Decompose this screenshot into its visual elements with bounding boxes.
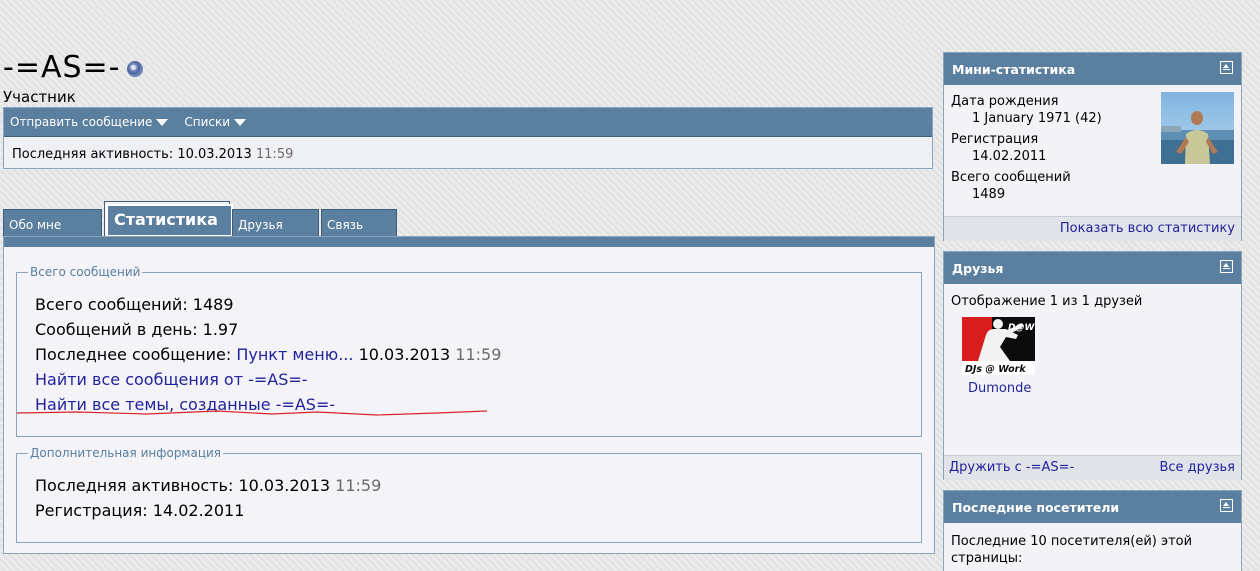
birthday-value: 1 January 1971 (42) <box>972 111 1102 126</box>
friends-showing: Отображение 1 из 1 друзей <box>951 294 1143 309</box>
additional-last-activity-label: Последняя активность: <box>35 476 234 495</box>
friends-title: Друзья <box>952 260 1004 276</box>
collapse-icon[interactable] <box>1220 499 1233 512</box>
last-post-time: 11:59 <box>455 345 502 364</box>
username: -=AS=- <box>3 50 143 86</box>
profile-actions-box: Отправить сообщение Списки Последняя акт… <box>3 107 933 169</box>
recent-visitors-header: Последние посетители <box>944 491 1241 523</box>
last-post-date: 10.03.2013 <box>358 345 451 364</box>
registration-label: Регистрация <box>951 132 1039 147</box>
friend-name-link[interactable]: Dumonde <box>968 381 1031 396</box>
last-activity-date: 10.03.2013 <box>177 147 252 162</box>
tab-statistics-label: Статистика <box>106 204 233 237</box>
all-friends-link[interactable]: Все друзья <box>1159 460 1235 475</box>
mini-stats-header: Мини-статистика <box>944 53 1241 85</box>
user-title: Участник <box>3 88 76 106</box>
online-status-icon <box>126 60 143 77</box>
collapse-icon[interactable] <box>1220 61 1233 74</box>
tab-statistics[interactable]: Статистика <box>104 201 233 237</box>
friends-footer: Дружить с -=AS=- Все друзья <box>944 455 1241 480</box>
birthday-label: Дата рождения <box>951 94 1059 109</box>
last-post-label: Последнее сообщение: <box>35 345 232 364</box>
collapse-icon[interactable] <box>1220 260 1233 273</box>
tab-contact[interactable]: Связь <box>321 209 397 237</box>
friends-block: Друзья Отображение 1 из 1 друзей D@W DJs… <box>943 251 1242 480</box>
last-activity: Последняя активность: 10.03.2013 11:59 <box>12 147 293 162</box>
tab-about-label: Обо мне <box>9 218 62 232</box>
friends-header: Друзья <box>944 252 1241 284</box>
additional-info-legend: Дополнительная информация <box>30 446 222 460</box>
registration-value: 14.02.2011 <box>972 149 1047 164</box>
posts-per-day: Сообщений в день: 1.97 <box>35 320 239 339</box>
red-underline-annotation <box>17 410 487 416</box>
lists-menu[interactable]: Списки <box>184 115 247 129</box>
last-activity-label: Последняя активность: <box>12 147 174 162</box>
mini-stats-block: Мини-статистика Дата рождения 1 January … <box>943 52 1242 241</box>
tab-friends[interactable]: Друзья <box>232 209 319 237</box>
additional-last-activity-time: 11:59 <box>335 476 382 495</box>
additional-last-activity: Последняя активность: 10.03.2013 11:59 <box>35 476 381 495</box>
befriend-link[interactable]: Дружить с -=AS=- <box>949 460 1074 475</box>
tab-friends-label: Друзья <box>238 218 283 232</box>
panel-top-bar <box>4 237 934 247</box>
username-text: -=AS=- <box>3 50 121 85</box>
last-post-link[interactable]: Пункт меню... <box>236 345 353 364</box>
friend-avatar[interactable]: D@W DJs @ Work <box>962 317 1035 375</box>
send-message-menu[interactable]: Отправить сообщение <box>10 115 169 129</box>
posts-label: Всего сообщений <box>951 170 1071 185</box>
user-avatar[interactable] <box>1161 92 1234 164</box>
find-all-posts-link[interactable]: Найти все сообщения от -=AS=- <box>35 370 308 389</box>
additional-registration: Регистрация: 14.02.2011 <box>35 501 245 520</box>
mini-stats-footer: Показать всю статистику <box>944 216 1241 241</box>
chevron-down-icon <box>156 118 169 126</box>
recent-visitors-block: Последние посетители Последние 10 посети… <box>943 490 1242 571</box>
tab-about[interactable]: Обо мне <box>3 209 102 237</box>
recent-visitors-text: Последние 10 посетителя(ей) этой страниц… <box>951 534 1193 566</box>
total-posts: Всего сообщений: 1489 <box>35 295 234 314</box>
friend-logo-top: D@W <box>1008 323 1035 333</box>
friend-logo-bottom: DJs @ Work <box>965 364 1026 375</box>
mini-stats-title: Мини-статистика <box>952 61 1076 77</box>
posts-legend: Всего сообщений <box>30 265 141 279</box>
chevron-down-icon <box>234 118 247 126</box>
last-post: Последнее сообщение: Пункт меню... 10.03… <box>35 345 501 364</box>
additional-info-fieldset: Дополнительная информация Последняя акти… <box>16 446 922 543</box>
recent-visitors-title: Последние посетители <box>952 499 1120 515</box>
send-message-label: Отправить сообщение <box>10 115 153 129</box>
additional-last-activity-date: 10.03.2013 <box>238 476 331 495</box>
statistics-panel: Всего сообщений Всего сообщений: 1489 Со… <box>3 236 935 554</box>
lists-label: Списки <box>184 115 231 129</box>
last-activity-time: 11:59 <box>255 147 294 162</box>
show-all-stats-link[interactable]: Показать всю статистику <box>1060 221 1235 236</box>
tab-contact-label: Связь <box>327 218 364 232</box>
posts-value: 1489 <box>972 187 1006 202</box>
profile-action-bar: Отправить сообщение Списки <box>4 108 932 137</box>
